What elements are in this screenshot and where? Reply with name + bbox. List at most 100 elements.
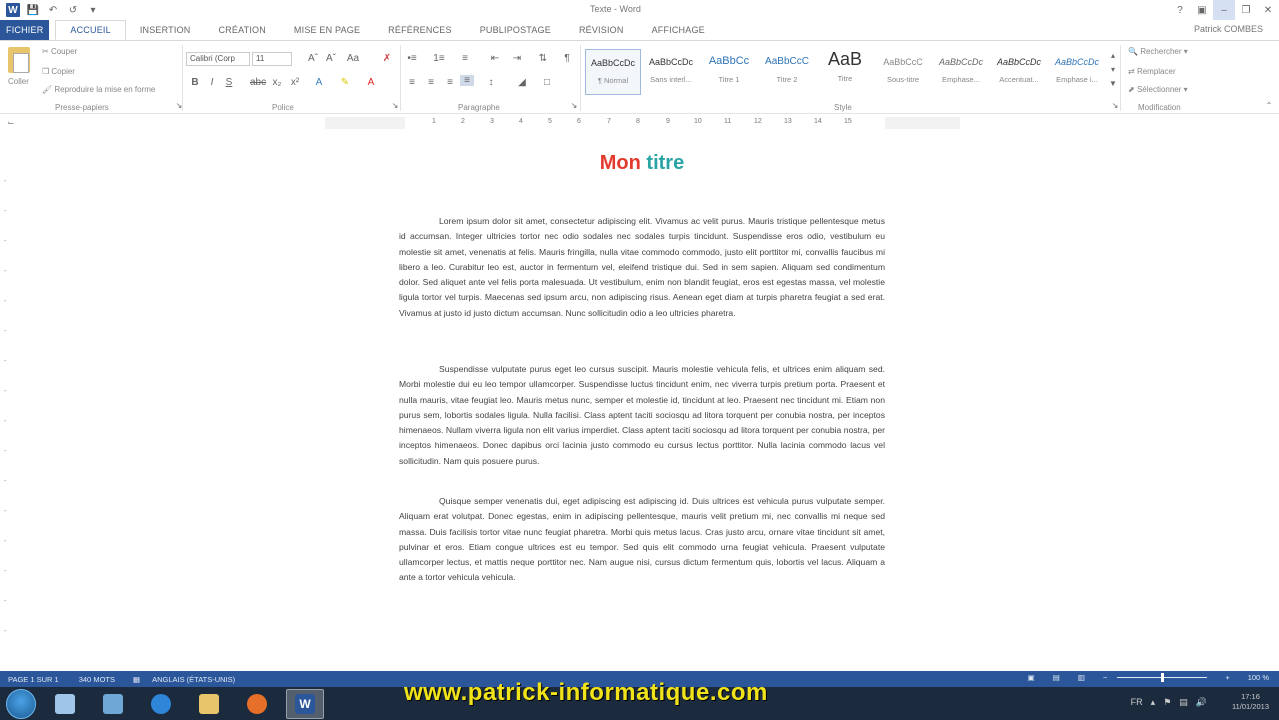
tab-mailings[interactable]: PUBLIPOSTAGE — [466, 20, 565, 40]
document-heading[interactable]: Mon titre — [326, 152, 958, 175]
multilevel-list-icon[interactable]: ≡ — [458, 53, 472, 64]
zoom-level[interactable]: 100 % — [1248, 673, 1269, 682]
proofing-icon[interactable]: ▦ — [133, 675, 140, 684]
horizontal-ruler[interactable]: 1 2 3 4 5 6 7 8 9 10 11 12 13 14 15 — [325, 117, 960, 129]
close-button[interactable]: ✕ — [1257, 0, 1279, 20]
redo-icon[interactable]: ↺ — [66, 3, 80, 17]
sort-icon[interactable]: ⇅ — [536, 53, 550, 64]
tab-file[interactable]: FICHIER — [0, 20, 50, 40]
print-layout-icon[interactable]: ▤ — [1053, 673, 1060, 682]
tray-expand-icon[interactable]: ▴ — [1151, 697, 1156, 708]
taskbar-app-firefox[interactable] — [238, 689, 276, 719]
tab-view[interactable]: AFFICHAGE — [638, 20, 719, 40]
vertical-ruler[interactable]: - - - - - - - - - - - - - - - - — [4, 128, 14, 668]
word-app-icon[interactable]: W — [6, 3, 20, 17]
zoom-slider[interactable] — [1117, 673, 1208, 682]
select-button[interactable]: ⬈ Sélectionner ▾ — [1128, 85, 1188, 94]
styles-scroll-up-icon[interactable]: ▴ — [1106, 51, 1120, 60]
find-button[interactable]: 🔍 Rechercher ▾ — [1128, 47, 1188, 56]
increase-indent-icon[interactable]: ⇥ — [510, 53, 524, 64]
tab-insert[interactable]: INSERTION — [126, 20, 205, 40]
italic-icon[interactable]: I — [205, 77, 219, 88]
line-spacing-icon[interactable]: ↕ — [484, 77, 498, 88]
grow-font-icon[interactable]: Aˆ — [306, 53, 320, 64]
shading-icon[interactable]: ◢ — [515, 77, 529, 88]
style-normal[interactable]: AaBbCcDc ¶ Normal — [585, 49, 641, 95]
tab-layout[interactable]: MISE EN PAGE — [280, 20, 374, 40]
strikethrough-icon[interactable]: abc — [250, 77, 266, 88]
zoom-out-icon[interactable]: − — [1103, 673, 1107, 682]
font-size-combo[interactable]: 11 — [252, 52, 292, 66]
customize-qat-icon[interactable]: ▾ — [86, 3, 100, 17]
taskbar-app-word[interactable]: W — [286, 688, 324, 719]
font-name-combo[interactable]: Calibri (Corp — [186, 52, 250, 66]
style-subtitle[interactable]: AaBbCcC Sous-titre — [875, 49, 931, 95]
pilcrow-icon[interactable]: ¶ — [560, 53, 574, 64]
shrink-font-icon[interactable]: Aˇ — [324, 53, 338, 64]
ribbon-display-icon[interactable]: ▣ — [1191, 0, 1213, 20]
format-painter-button[interactable]: 🖌 Reproduire la mise en forme — [42, 85, 155, 94]
cut-button[interactable]: ✂ Couper — [42, 47, 77, 56]
start-button[interactable] — [6, 688, 36, 719]
network-icon[interactable]: ▤ — [1179, 697, 1188, 708]
numbering-icon[interactable]: 1≡ — [432, 53, 446, 64]
zoom-slider-thumb[interactable] — [1161, 673, 1165, 682]
word-count[interactable]: 340 MOTS — [79, 675, 115, 684]
styles-scroll-down-icon[interactable]: ▾ — [1106, 65, 1120, 74]
style-emphasis[interactable]: AaBbCcDc Accentuat... — [991, 49, 1047, 95]
zoom-in-icon[interactable]: + — [1225, 673, 1229, 682]
replace-button[interactable]: ⇄ Remplacer — [1128, 67, 1176, 76]
subscript-icon[interactable]: x₂ — [270, 77, 284, 88]
tab-review[interactable]: RÉVISION — [565, 20, 638, 40]
tab-home[interactable]: ACCUEIL — [55, 20, 126, 40]
justify-icon[interactable]: ≡ — [460, 75, 474, 86]
paragraph-2[interactable]: Suspendisse vulputate purus eget leo cur… — [399, 362, 885, 469]
paragraph-launcher-icon[interactable]: ↘ — [567, 101, 581, 110]
language-indicator[interactable]: FR — [1131, 697, 1143, 708]
help-icon[interactable]: ? — [1169, 0, 1191, 20]
clock[interactable]: 17:16 11/01/2013 — [1232, 692, 1269, 712]
flag-icon[interactable]: ⚑ — [1163, 697, 1171, 708]
tab-stop-selector-icon[interactable]: ⌙ — [4, 118, 18, 127]
volume-icon[interactable]: 🔊 — [1196, 697, 1207, 708]
save-icon[interactable]: 💾 — [26, 3, 40, 17]
web-layout-icon[interactable]: ▥ — [1078, 673, 1085, 682]
style-subtle-emphasis[interactable]: AaBbCcDc Emphase... — [933, 49, 989, 95]
document-page[interactable]: Mon titre Lorem ipsum dolor sit amet, co… — [326, 130, 958, 670]
taskbar-app-tool[interactable] — [94, 689, 132, 719]
read-mode-icon[interactable]: ▣ — [1028, 673, 1035, 682]
change-case-icon[interactable]: Aa — [346, 53, 360, 64]
tab-design[interactable]: CRÉATION — [204, 20, 279, 40]
highlight-icon[interactable]: ✎ — [338, 77, 352, 88]
align-right-icon[interactable]: ≡ — [443, 77, 457, 88]
text-effects-icon[interactable]: A — [312, 77, 326, 88]
decrease-indent-icon[interactable]: ⇤ — [488, 53, 502, 64]
paste-button[interactable]: Coller — [8, 77, 29, 86]
tab-references[interactable]: RÉFÉRENCES — [374, 20, 466, 40]
page-count[interactable]: PAGE 1 SUR 1 — [8, 675, 59, 684]
language-indicator[interactable]: ANGLAIS (ÉTATS-UNIS) — [152, 675, 235, 684]
taskbar-app-notepad[interactable] — [46, 689, 84, 719]
undo-icon[interactable]: ↶ — [46, 3, 60, 17]
collapse-ribbon-icon[interactable]: ⌃ — [1262, 101, 1276, 110]
paragraph-3[interactable]: Quisque semper venenatis dui, eget adipi… — [399, 494, 885, 586]
underline-icon[interactable]: S — [222, 77, 236, 88]
minimize-button[interactable]: – — [1213, 0, 1235, 20]
style-heading-1[interactable]: AaBbCc Titre 1 — [701, 49, 757, 95]
taskbar-app-ie[interactable] — [142, 689, 180, 719]
copy-button[interactable]: ❐ Copier — [42, 67, 75, 76]
restore-button[interactable]: ❐ — [1235, 0, 1257, 20]
bold-icon[interactable]: B — [188, 77, 202, 88]
style-intense-emphasis[interactable]: AaBbCcDc Emphase i... — [1049, 49, 1105, 95]
style-title[interactable]: AaB Titre — [817, 49, 873, 95]
paragraph-1[interactable]: Lorem ipsum dolor sit amet, consectetur … — [399, 214, 885, 321]
align-center-icon[interactable]: ≡ — [424, 77, 438, 88]
styles-more-icon[interactable]: ▼ — [1106, 79, 1120, 88]
style-no-spacing[interactable]: AaBbCcDc Sans interl... — [643, 49, 699, 95]
borders-icon[interactable]: □ — [540, 77, 554, 88]
font-color-icon[interactable]: A — [364, 77, 378, 88]
superscript-icon[interactable]: x² — [288, 77, 302, 88]
clipboard-launcher-icon[interactable]: ↘ — [172, 101, 186, 110]
user-name[interactable]: Patrick COMBES — [1194, 24, 1263, 34]
paste-icon[interactable] — [8, 47, 30, 73]
